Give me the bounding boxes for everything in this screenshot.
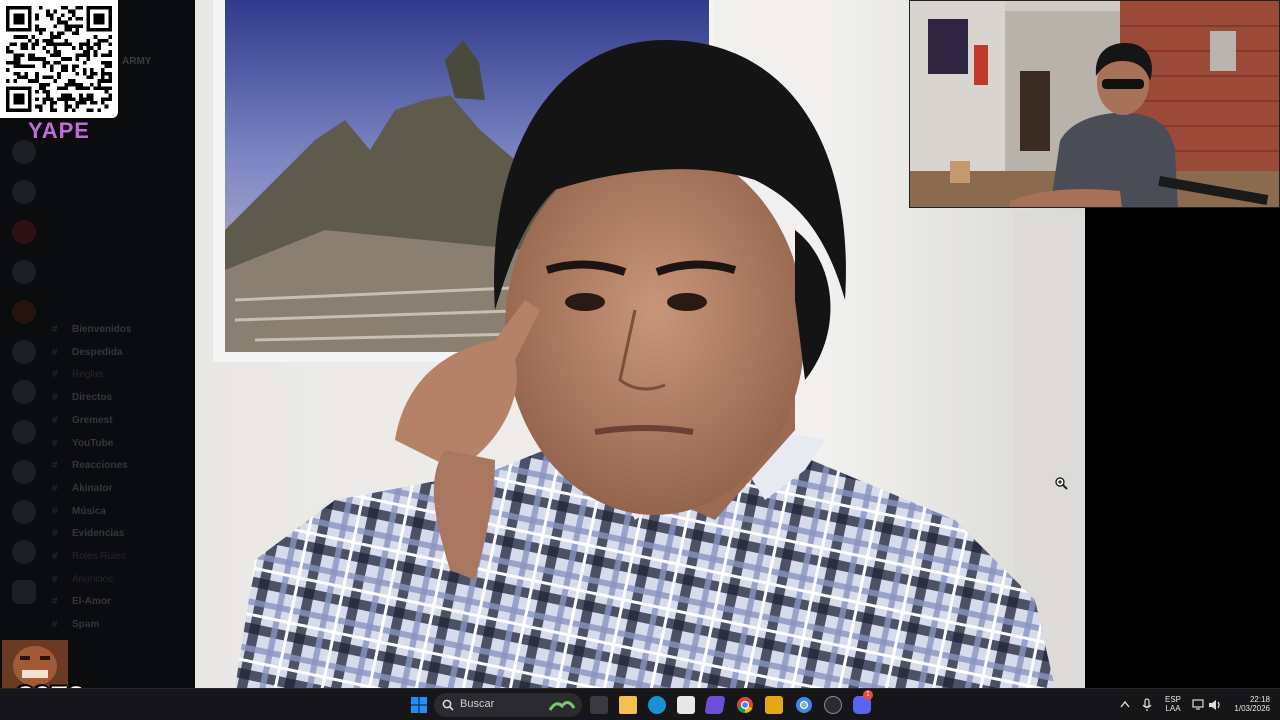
channel-hash-icon: #: [52, 460, 58, 472]
channel-hash-icon: #: [52, 573, 58, 585]
server-list: [0, 120, 46, 680]
channel-hash-icon: #: [52, 596, 58, 608]
app-icon[interactable]: [704, 696, 726, 714]
channel-hash-icon: #: [52, 505, 58, 517]
channel-label: Despedida: [72, 346, 123, 358]
chevron-up-icon[interactable]: [1120, 700, 1130, 708]
speaker-icon[interactable]: [1208, 699, 1222, 711]
empty-area: [1085, 208, 1280, 688]
add-server-icon[interactable]: [12, 580, 36, 604]
microphone-icon[interactable]: [1142, 698, 1152, 712]
server-icon[interactable]: [12, 300, 36, 324]
chrome-icon[interactable]: [736, 696, 754, 714]
channel-hash-icon: #: [52, 482, 58, 494]
channel-hash-icon: #: [52, 551, 58, 562]
server-icon[interactable]: [12, 220, 36, 244]
channel-hash-icon: #: [52, 414, 58, 426]
channel-hash-icon: #: [52, 528, 58, 540]
clock-time: 22:18: [1249, 695, 1270, 704]
webcam-overlay: [909, 0, 1280, 208]
channel-hash-icon: #: [52, 437, 58, 449]
channel-item[interactable]: # Reacciones: [52, 460, 192, 478]
channel-label: Directos: [72, 392, 113, 404]
channel-label: Roles Rules: [72, 551, 126, 562]
input-language[interactable]: ESP LAA: [1162, 695, 1184, 713]
snipping-tool-icon[interactable]: [677, 696, 695, 714]
channel-item[interactable]: # Bienvenidos: [52, 324, 192, 342]
clock[interactable]: 22:18 1/03/2026: [1228, 695, 1270, 713]
server-icon[interactable]: [12, 420, 36, 444]
server-icon[interactable]: [12, 380, 36, 404]
keyboard-layout: LAA: [1165, 704, 1181, 713]
channel-label: Spam: [72, 619, 100, 631]
server-icon[interactable]: [12, 180, 36, 204]
channel-hash-icon: #: [52, 346, 58, 358]
channel-item[interactable]: # Gremest: [52, 415, 192, 433]
channel-hash-icon: #: [52, 392, 58, 404]
channel-label: Anuncios: [72, 573, 114, 585]
app-icon[interactable]: [765, 696, 783, 714]
server-name[interactable]: ARMY: [122, 56, 151, 67]
channel-item[interactable]: # Evidencias: [52, 528, 192, 546]
language-code: ESP: [1164, 695, 1181, 704]
server-icon[interactable]: [12, 260, 36, 284]
qr-code: [0, 0, 118, 118]
channel-item[interactable]: # YouTube: [52, 438, 192, 456]
obs-icon[interactable]: [824, 696, 842, 714]
windows-start-icon[interactable]: [410, 696, 428, 714]
server-icon[interactable]: [12, 460, 36, 484]
channel-hash-icon: #: [52, 324, 58, 335]
channel-label: Gremest: [72, 414, 113, 426]
search-highlight-icon: [548, 701, 576, 711]
server-icon[interactable]: [12, 540, 36, 564]
channel-item[interactable]: # Roles Rules: [52, 551, 192, 569]
channel-label: Akinator: [72, 482, 113, 494]
channel-item[interactable]: # Akinator: [52, 483, 192, 501]
channel-item[interactable]: # Despedida: [52, 347, 192, 365]
channel-label: El-Amor: [72, 596, 111, 608]
task-view-icon[interactable]: [590, 696, 608, 714]
channel-item[interactable]: # El-Amor: [52, 596, 192, 614]
channel-item[interactable]: # Spam: [52, 619, 192, 637]
channel-label: Reacciones: [72, 460, 128, 472]
search-box[interactable]: Buscar: [434, 693, 582, 717]
search-label: Buscar: [460, 698, 495, 710]
channel-hash-icon: #: [52, 619, 58, 631]
channel-item[interactable]: # Reglas: [52, 369, 192, 387]
notification-badge: 1: [863, 690, 873, 700]
channel-label: Bienvenidos: [72, 324, 132, 335]
channel-hash-icon: #: [52, 369, 58, 381]
qr-code-icon: [6, 6, 112, 112]
channel-label: Evidencias: [72, 528, 125, 540]
network-icon[interactable]: [1192, 699, 1206, 711]
server-icon[interactable]: [12, 340, 36, 364]
channel-item[interactable]: # Música: [52, 506, 192, 524]
webcam-feed: [910, 1, 1279, 207]
channel-label: YouTube: [72, 437, 114, 449]
yape-label: YAPE: [28, 118, 90, 143]
edge-icon[interactable]: [648, 696, 666, 714]
discord-icon[interactable]: 1: [853, 690, 873, 714]
file-explorer-icon[interactable]: [619, 696, 637, 714]
channel-label: Reglas: [72, 369, 104, 381]
taskbar: Buscar 1 ESP LAA 22:18 1/03/2026: [0, 688, 1280, 720]
chrome-icon[interactable]: [795, 696, 813, 714]
zoom-cursor-icon: [1055, 477, 1068, 490]
channel-item[interactable]: # Anuncios: [52, 574, 192, 592]
clock-date: 1/03/2026: [1234, 704, 1270, 713]
search-icon: [442, 699, 454, 711]
server-icon[interactable]: [12, 500, 36, 524]
channel-item[interactable]: # Directos: [52, 392, 192, 410]
channel-label: Música: [72, 505, 106, 517]
